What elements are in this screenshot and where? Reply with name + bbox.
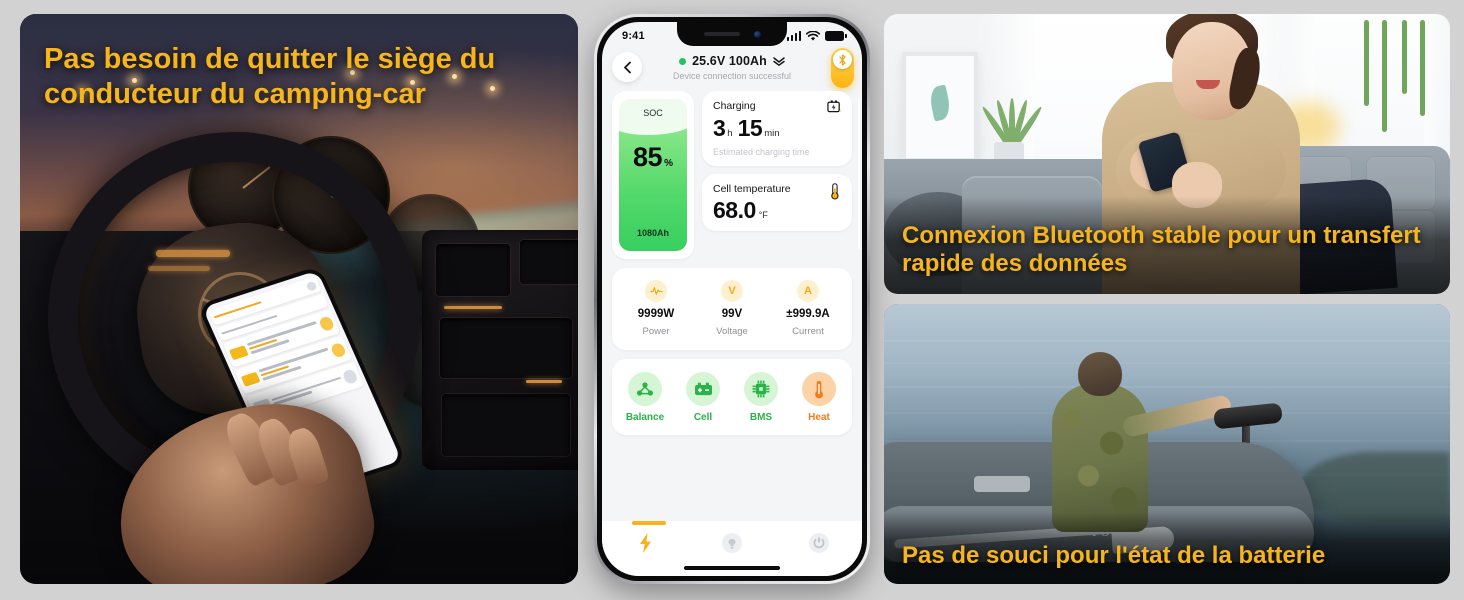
scrollbar[interactable] xyxy=(857,99,860,249)
battery-cell-icon xyxy=(686,372,720,406)
quick-action-balance[interactable]: Balance xyxy=(616,372,674,423)
bluetooth-icon xyxy=(839,53,846,66)
voltage-icon: V xyxy=(721,280,743,302)
charging-minutes-unit: min xyxy=(764,128,780,139)
metrics-row: 9999W Power V 99V Voltage A ±999.9A Curr… xyxy=(612,268,852,350)
charging-note: Estimated charging time xyxy=(713,147,810,157)
tab-power[interactable] xyxy=(602,532,689,554)
cellular-signal-icon xyxy=(786,31,801,41)
chevron-left-icon xyxy=(623,61,631,73)
quick-action-bms[interactable]: BMS xyxy=(732,372,790,423)
lightning-bolt-icon xyxy=(639,533,651,553)
bluetooth-toggle[interactable] xyxy=(831,48,854,88)
status-bar: 9:41 xyxy=(602,22,862,50)
cell-temperature-card[interactable]: Cell temperature 68.0 °F xyxy=(702,174,852,231)
quick-action-cell[interactable]: Cell xyxy=(674,372,732,423)
photo-card-bluetooth: Connexion Bluetooth stable pour un trans… xyxy=(884,14,1450,294)
tab-settings[interactable] xyxy=(689,533,776,553)
balance-node-icon xyxy=(628,372,662,406)
bottom-tab-bar xyxy=(602,521,862,560)
fisherman-body xyxy=(1052,384,1148,532)
temperature-unit: °F xyxy=(758,210,768,220)
tab-power-switch[interactable] xyxy=(775,533,862,553)
quick-actions-row: Balance Cell BMS Heat xyxy=(612,359,852,435)
device-title: 25.6V 100Ah xyxy=(692,54,767,68)
device-bezel: 9:41 25.6V 100Ah Device connection succe… xyxy=(597,17,867,581)
battery-charging-icon xyxy=(827,99,842,119)
status-bar-time: 9:41 xyxy=(622,30,645,42)
settings-bulb-icon xyxy=(722,533,742,553)
quick-action-bms-label: BMS xyxy=(749,412,773,423)
photo-card-driver-seat: Pas besoin de quitter le siège du conduc… xyxy=(20,14,578,584)
caption-left: Pas besoin de quitter le siège du conduc… xyxy=(44,43,496,110)
charging-minutes: 15 xyxy=(737,115,763,141)
phone-mockup: 9:41 25.6V 100Ah Device connection succe… xyxy=(594,14,870,584)
metric-current-value: ±999.9A xyxy=(786,308,830,320)
soc-value: 85 xyxy=(633,142,663,172)
phone-screen: 9:41 25.6V 100Ah Device connection succe… xyxy=(602,22,862,576)
hanging-plant xyxy=(1356,20,1442,140)
soc-battery-graphic: SOC 85 % 1080Ah xyxy=(619,99,687,251)
dashboard-scroll-area[interactable]: SOC 85 % 1080Ah Charging 3 h 15 min Esti… xyxy=(602,91,862,521)
temperature-value: 68.0 xyxy=(713,197,756,223)
metric-current-label: Current xyxy=(792,326,824,337)
connection-status-dot xyxy=(679,57,687,65)
power-wave-icon xyxy=(645,280,667,302)
fisherman-head xyxy=(1078,352,1122,396)
soc-unit: % xyxy=(664,158,673,169)
quick-action-balance-label: Balance xyxy=(625,412,665,423)
caption-bottom-right: Pas de souci pour l'état de la batterie xyxy=(884,512,1450,584)
charging-title: Charging xyxy=(713,100,756,112)
charging-card[interactable]: Charging 3 h 15 min Estimated charging t… xyxy=(702,91,852,166)
soc-label: SOC xyxy=(643,108,663,118)
quick-action-heat[interactable]: Heat xyxy=(790,372,848,423)
thermometer-heat-icon xyxy=(802,372,836,406)
caption-top-right: Connexion Bluetooth stable pour un trans… xyxy=(884,196,1450,294)
metric-power[interactable]: 9999W Power xyxy=(618,280,694,337)
thermometer-icon xyxy=(830,183,840,205)
battery-full-icon xyxy=(825,31,847,41)
app-header: 25.6V 100Ah Device connection successful xyxy=(602,48,862,91)
temperature-title: Cell temperature xyxy=(713,183,791,195)
metric-power-value: 9999W xyxy=(637,308,675,320)
power-button-icon xyxy=(808,533,829,553)
wifi-icon xyxy=(806,30,820,41)
wall-art-frame xyxy=(902,52,978,162)
bms-chip-icon xyxy=(744,372,778,406)
toggle-knob xyxy=(833,50,852,69)
metric-voltage[interactable]: V 99V Voltage xyxy=(694,280,770,337)
back-button[interactable] xyxy=(612,52,642,82)
connection-subtitle: Device connection successful xyxy=(672,71,792,81)
device-frame: 9:41 25.6V 100Ah Device connection succe… xyxy=(594,14,870,584)
home-indicator[interactable] xyxy=(602,560,862,576)
metric-power-label: Power xyxy=(642,326,670,337)
soc-capacity: 1080Ah xyxy=(636,228,670,238)
current-icon: A xyxy=(797,280,819,302)
metric-current[interactable]: A ±999.9A Current xyxy=(770,280,846,337)
quick-action-heat-label: Heat xyxy=(808,412,830,423)
boat-seat xyxy=(974,476,1030,492)
photo-card-battery-health: POTAH Pas de souci pour l'état de la bat… xyxy=(884,304,1450,584)
quick-action-cell-label: Cell xyxy=(693,412,713,423)
metric-voltage-value: 99V xyxy=(721,308,743,320)
charging-hours-unit: h xyxy=(727,128,733,139)
metric-voltage-label: Voltage xyxy=(716,326,748,337)
chevron-down-icon[interactable] xyxy=(773,56,785,66)
active-tab-indicator xyxy=(632,521,666,525)
marketing-banner: Pas besoin de quitter le siège du conduc… xyxy=(0,0,1464,600)
center-console xyxy=(422,230,578,470)
soc-card[interactable]: SOC 85 % 1080Ah xyxy=(612,91,694,259)
charging-hours: 3 xyxy=(713,115,726,141)
potted-plant xyxy=(976,78,1044,152)
